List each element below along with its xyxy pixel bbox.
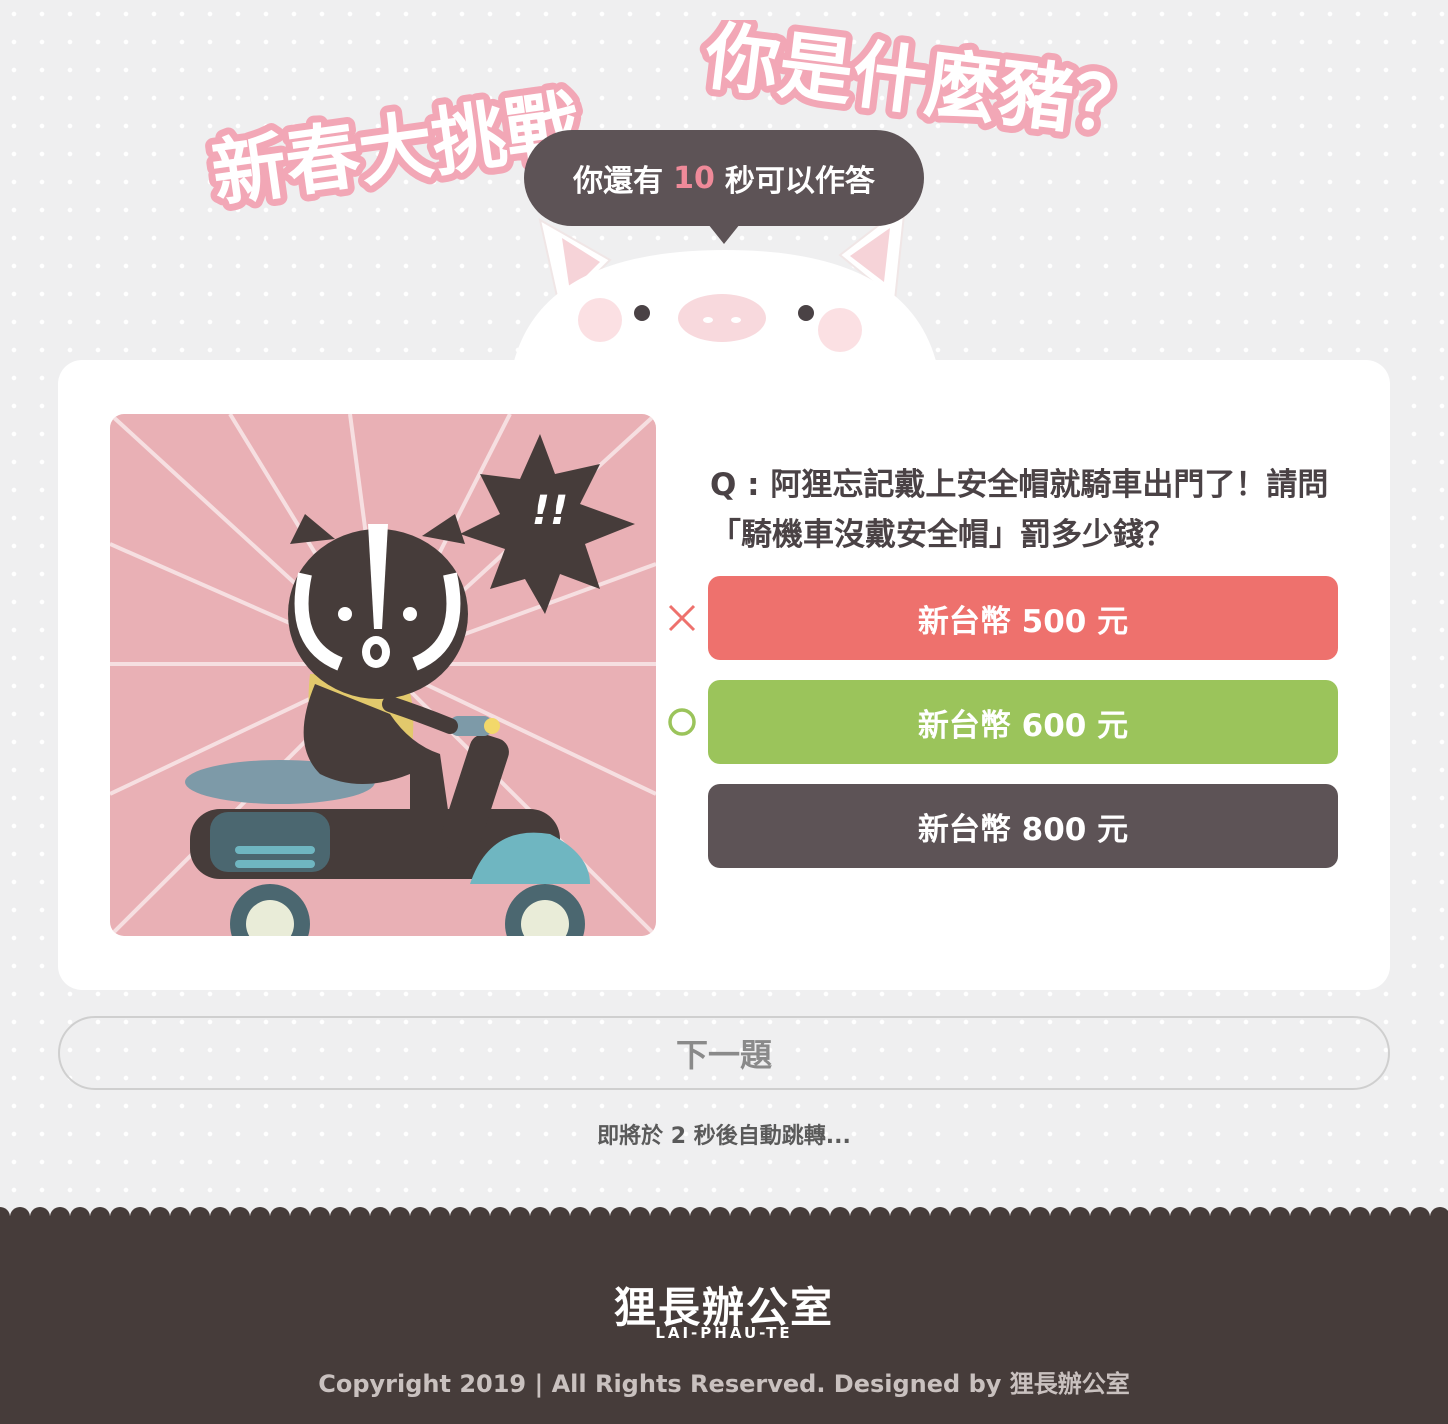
next-question-button[interactable]: 下一題	[58, 1016, 1390, 1090]
timer-prefix: 你還有	[573, 164, 664, 199]
timer-seconds: 10	[673, 160, 715, 196]
footer-logo-subtext: LAI-PHAU-TE	[655, 1324, 793, 1342]
x-mark-icon	[668, 604, 696, 632]
option-500-button[interactable]: 新台幣 500 元	[708, 576, 1338, 660]
redirect-notice: 即將於 2 秒後自動跳轉...	[597, 1124, 851, 1149]
copyright-text: Copyright 2019 | All Rights Reserved. De…	[318, 1370, 1130, 1398]
question-text: Q : 阿狸忘記戴上安全帽就騎車出門了！請問「騎機車沒戴安全帽」罰多少錢？	[710, 467, 1329, 553]
circle-mark-icon	[668, 708, 696, 736]
option-600-button[interactable]: 新台幣 600 元	[708, 680, 1338, 764]
timer-bubble: 你還有 10 秒可以作答	[524, 130, 924, 244]
exclaim-text: !!	[532, 488, 568, 534]
raccoon-scooter-illustration: !!	[110, 414, 656, 936]
question-card: !! Q : 阿狸忘記戴上安全帽就騎車出門了！請問「騎機車沒戴安全帽」罰多少錢？	[58, 360, 1390, 990]
timer-suffix: 秒可以作答	[724, 164, 875, 199]
option-800-button[interactable]: 新台幣 800 元	[708, 784, 1338, 868]
